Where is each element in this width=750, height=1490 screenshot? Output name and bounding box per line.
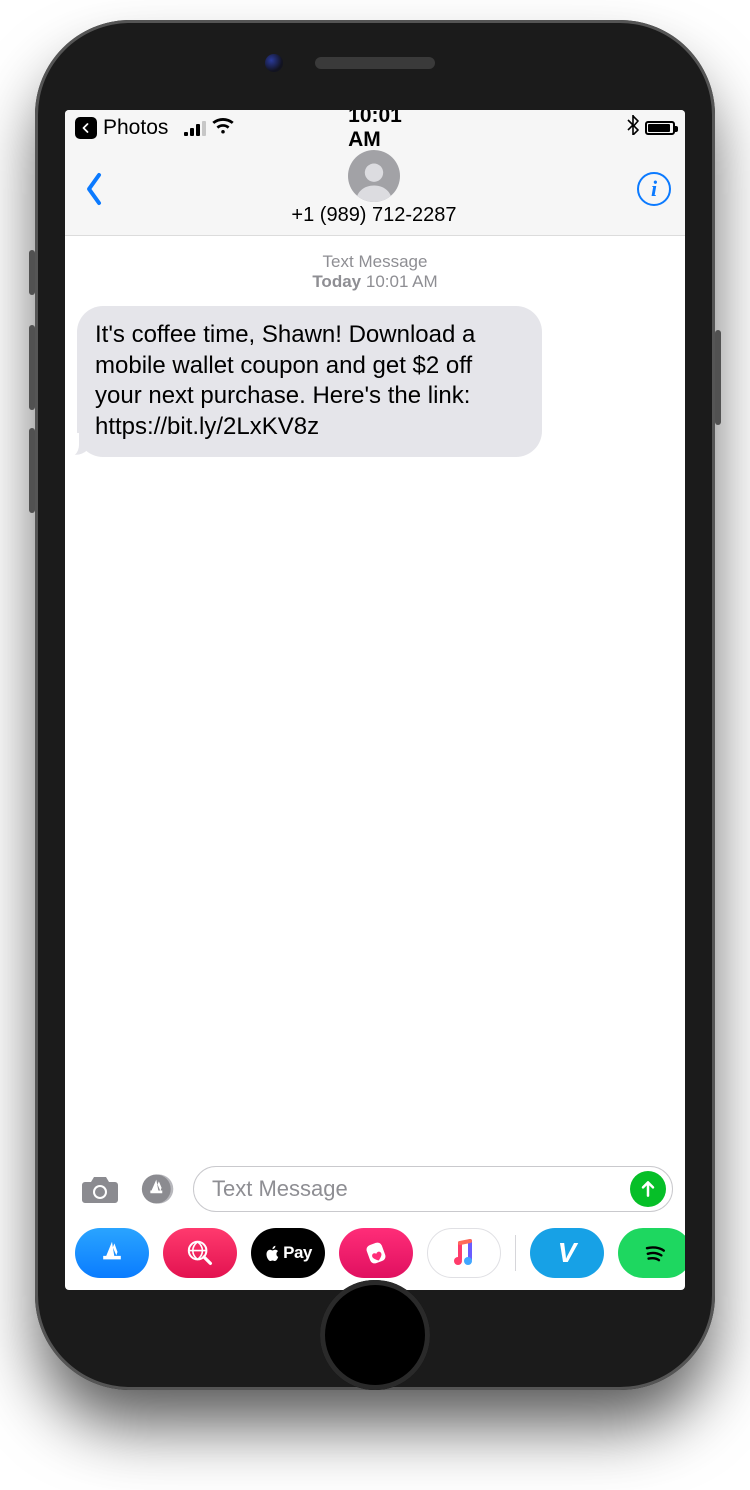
volume-up-btn <box>29 325 35 410</box>
thread-timestamp: Text Message Today 10:01 AM <box>77 252 673 292</box>
back-button[interactable] <box>79 169 111 209</box>
drawer-health[interactable] <box>339 1228 413 1278</box>
bluetooth-icon <box>627 115 639 141</box>
drawer-venmo[interactable]: V <box>530 1228 604 1278</box>
volume-down-btn <box>29 428 35 513</box>
chevron-left-icon <box>85 172 105 206</box>
back-to-app-label[interactable]: Photos <box>103 116 168 140</box>
send-button[interactable] <box>630 1171 666 1207</box>
camera-icon <box>80 1172 120 1206</box>
info-icon: i <box>651 176 657 202</box>
chevron-left-icon <box>80 122 92 134</box>
venmo-label: V <box>558 1237 577 1269</box>
thread-type-label: Text Message <box>77 252 673 272</box>
device-frame: Photos 10:01 AM <box>0 0 750 1490</box>
screen: Photos 10:01 AM <box>65 110 685 1290</box>
drawer-image-search[interactable] <box>163 1228 237 1278</box>
heart-tag-icon <box>360 1237 392 1269</box>
spotify-icon <box>639 1237 671 1269</box>
apple-pay-label: Pay <box>264 1243 312 1263</box>
drawer-music[interactable] <box>427 1228 501 1278</box>
compose-placeholder: Text Message <box>212 1176 630 1202</box>
drawer-separator <box>515 1235 516 1271</box>
info-button[interactable]: i <box>637 172 671 206</box>
drawer-apple-pay[interactable]: Pay <box>251 1228 325 1278</box>
person-icon <box>352 158 396 202</box>
incoming-message-bubble[interactable]: It's coffee time, Shawn! Download a mobi… <box>77 306 542 457</box>
power-btn <box>715 330 721 425</box>
drawer-app-store[interactable] <box>75 1228 149 1278</box>
thread-time: 10:01 AM <box>366 272 438 291</box>
compose-input[interactable]: Text Message <box>193 1166 673 1212</box>
message-list[interactable]: Text Message Today 10:01 AM It's coffee … <box>65 236 685 1158</box>
globe-search-icon <box>184 1237 216 1269</box>
status-bar: Photos 10:01 AM <box>65 110 685 146</box>
back-to-app-chip[interactable] <box>75 117 97 139</box>
thread-day: Today <box>312 272 361 291</box>
contact-number[interactable]: +1 (989) 712-2287 <box>291 204 456 227</box>
front-camera <box>265 54 283 72</box>
home-button[interactable] <box>320 1280 430 1390</box>
message-row: It's coffee time, Shawn! Download a mobi… <box>77 306 673 457</box>
app-drawer-button[interactable] <box>135 1169 181 1209</box>
compose-bar: Text Message <box>65 1158 685 1222</box>
message-text: It's coffee time, Shawn! Download a mobi… <box>95 321 475 440</box>
phone-body: Photos 10:01 AM <box>35 20 715 1390</box>
music-icon <box>448 1237 480 1269</box>
conversation-header: +1 (989) 712-2287 i <box>65 146 685 236</box>
apple-logo-icon <box>264 1245 281 1262</box>
clock: 10:01 AM <box>348 110 402 151</box>
battery-icon <box>645 121 675 135</box>
arrow-up-icon <box>638 1179 658 1199</box>
appstore-icon <box>138 1172 178 1206</box>
appstore-icon <box>96 1237 128 1269</box>
mute-switch <box>29 250 35 295</box>
camera-button[interactable] <box>77 1169 123 1209</box>
wifi-icon <box>212 116 234 140</box>
drawer-spotify[interactable] <box>618 1228 685 1278</box>
cell-signal-icon <box>184 121 206 136</box>
contact-avatar[interactable] <box>348 150 400 202</box>
